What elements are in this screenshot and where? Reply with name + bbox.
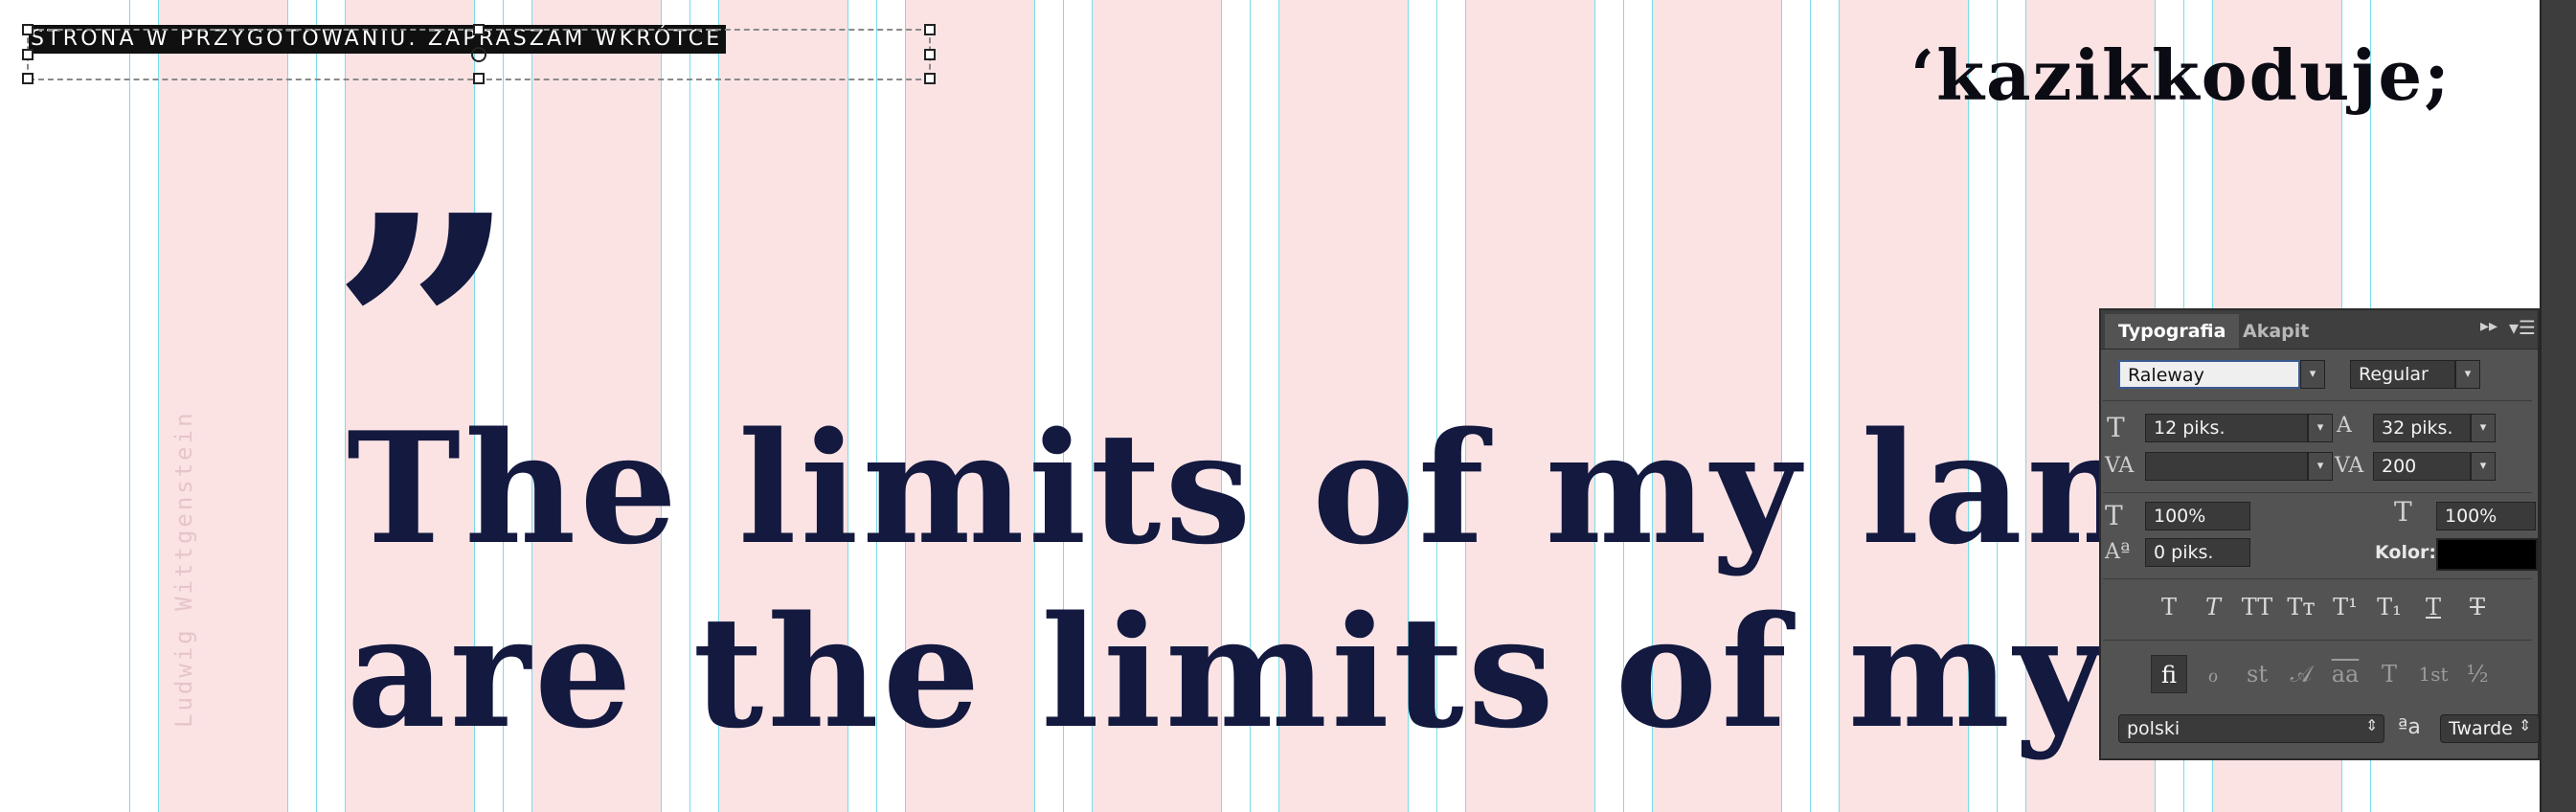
discretionary-ligatures-button[interactable]: ℴ xyxy=(2195,655,2231,693)
font-size-dropdown-icon[interactable]: ▾ xyxy=(2308,414,2333,442)
transform-handle[interactable] xyxy=(924,24,936,35)
font-style-field[interactable]: Regular xyxy=(2350,360,2455,389)
guide-line xyxy=(129,0,130,812)
fractions-button[interactable]: ½ xyxy=(2459,655,2496,693)
ligatures-button[interactable]: ﬁ xyxy=(2151,655,2187,693)
panel-tab-bar: Typografia Akapit ▸▸ ▾☰ xyxy=(2101,310,2538,350)
subscript-button[interactable]: T₁ xyxy=(2371,590,2407,624)
faux-bold-button[interactable]: T xyxy=(2151,590,2187,624)
author-credit: Ludwig Wittgenstein xyxy=(170,410,197,728)
all-caps-button[interactable]: TT xyxy=(2239,590,2275,624)
horizontal-scale-icon: T xyxy=(2394,496,2412,528)
logo-text: ʻkazikkoduje; xyxy=(1910,34,2452,116)
leading-icon: A xyxy=(2337,414,2352,438)
tracking-icon: VA xyxy=(2335,454,2364,478)
color-swatch[interactable] xyxy=(2436,538,2538,571)
superscript-button[interactable]: T¹ xyxy=(2327,590,2363,624)
font-style-dropdown-icon[interactable]: ▾ xyxy=(2455,360,2480,389)
horizontal-scale-field[interactable]: 100% xyxy=(2436,502,2536,530)
guide-line xyxy=(316,0,317,812)
transform-handle[interactable] xyxy=(473,24,485,35)
underline-button[interactable]: T xyxy=(2415,590,2452,624)
titling-alternates-button[interactable]: aa xyxy=(2327,655,2363,693)
small-caps-button[interactable]: Tᴛ xyxy=(2283,590,2319,624)
transform-handle[interactable] xyxy=(22,73,34,84)
collapse-panel-icon[interactable]: ▸▸ xyxy=(2480,316,2497,336)
antialias-icon: ªa xyxy=(2398,715,2421,739)
tab-akapit[interactable]: Akapit xyxy=(2229,314,2322,349)
strikethrough-button[interactable]: T xyxy=(2459,590,2496,624)
font-size-field[interactable]: 12 piks. xyxy=(2145,414,2308,442)
kerning-icon: VA xyxy=(2105,454,2135,478)
oldstyle-button[interactable]: T xyxy=(2371,655,2407,693)
transform-handle[interactable] xyxy=(924,73,936,84)
vertical-scale-field[interactable]: 100% xyxy=(2145,502,2250,530)
kerning-field[interactable] xyxy=(2145,452,2308,481)
color-label: Kolor: xyxy=(2375,542,2436,563)
tracking-dropdown-icon[interactable]: ▾ xyxy=(2471,452,2496,481)
transform-anchor[interactable] xyxy=(471,47,486,62)
panel-menu-icon[interactable]: ▾☰ xyxy=(2509,316,2536,339)
baseline-shift-icon: Aª xyxy=(2105,540,2131,564)
tab-typografia[interactable]: Typografia xyxy=(2105,314,2240,349)
font-family-field[interactable]: Raleway xyxy=(2118,360,2300,389)
tracking-field[interactable]: 200 xyxy=(2373,452,2471,481)
font-family-dropdown-icon[interactable]: ▾ xyxy=(2300,360,2325,389)
leading-field[interactable]: 32 piks. xyxy=(2373,414,2471,442)
transform-handle[interactable] xyxy=(473,73,485,84)
guide-line xyxy=(158,0,159,812)
transform-handle[interactable] xyxy=(22,49,34,60)
baseline-shift-field[interactable]: 0 piks. xyxy=(2145,538,2250,567)
stylistic-alternates-button[interactable]: st xyxy=(2239,655,2275,693)
leading-dropdown-icon[interactable]: ▾ xyxy=(2471,414,2496,442)
antialias-select-arrows-icon: ⇕ xyxy=(2519,716,2532,734)
guide-line xyxy=(287,0,288,812)
transform-handle[interactable] xyxy=(22,24,34,35)
ordinals-button[interactable]: 1st xyxy=(2415,655,2452,693)
faux-italic-button[interactable]: T xyxy=(2195,590,2231,624)
vertical-scale-icon: T xyxy=(2105,500,2123,531)
swash-button[interactable]: 𝒜 xyxy=(2283,655,2319,693)
language-select-arrows-icon: ⇕ xyxy=(2365,716,2379,734)
font-size-icon: T xyxy=(2107,412,2125,443)
language-select[interactable]: polski xyxy=(2118,714,2384,743)
kerning-dropdown-icon[interactable]: ▾ xyxy=(2308,452,2333,481)
workspace-edge xyxy=(2540,0,2576,812)
transform-handle[interactable] xyxy=(924,49,936,60)
